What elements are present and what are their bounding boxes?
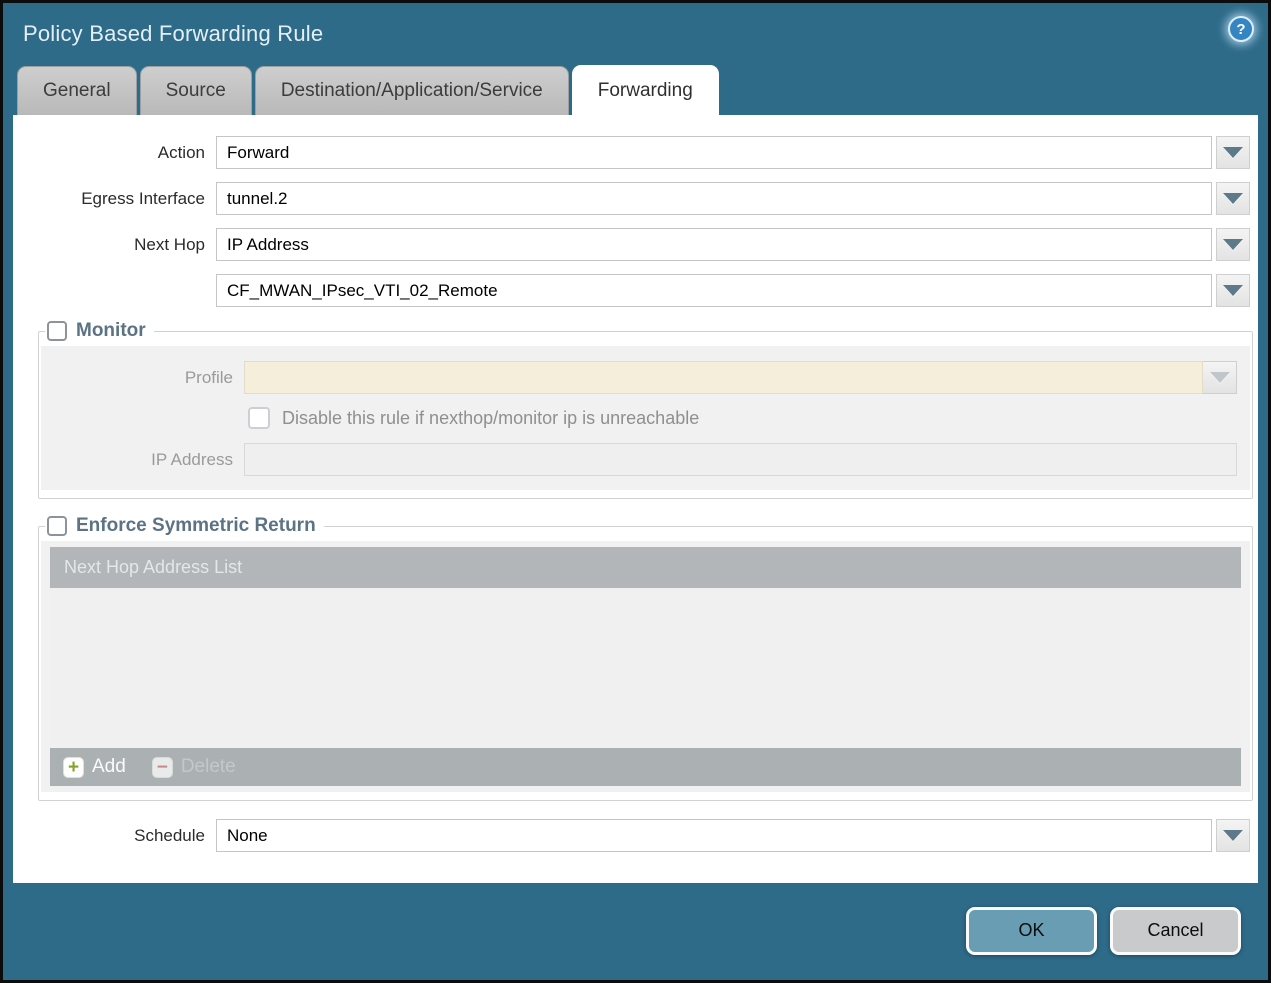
disable-rule-row: Disable this rule if nexthop/monitor ip … [248,407,1250,429]
tab-source[interactable]: Source [140,66,252,115]
profile-label: Profile [41,368,233,388]
next-hop-address-list-footer: + Add − Delete [50,748,1241,786]
next-hop-address-row [13,274,1258,307]
egress-interface-input[interactable] [216,182,1212,215]
chevron-down-icon [1210,372,1230,383]
profile-row: Profile [41,361,1250,394]
next-hop-label: Next Hop [13,235,205,255]
monitor-panel: Profile Disable this rule if nexthop/mon… [41,346,1250,490]
chevron-down-icon [1223,285,1243,296]
delete-button: − Delete [152,756,236,778]
plus-icon: + [63,757,84,778]
policy-based-forwarding-dialog: Policy Based Forwarding Rule ? General S… [0,0,1271,983]
enforce-symmetric-return-checkbox[interactable] [47,516,67,536]
next-hop-type-input[interactable] [216,228,1212,261]
egress-interface-label: Egress Interface [13,189,205,209]
disable-rule-checkbox [248,407,270,429]
egress-interface-row: Egress Interface [13,182,1258,215]
chevron-down-icon [1223,193,1243,204]
tab-destination-application-service[interactable]: Destination/Application/Service [255,66,569,115]
chevron-down-icon [1223,830,1243,841]
monitor-ip-address-row: IP Address [41,443,1250,476]
help-icon[interactable]: ? [1228,16,1254,42]
delete-button-label: Delete [181,756,236,778]
add-button-label: Add [92,756,126,778]
add-button[interactable]: + Add [63,756,126,778]
dialog-title: Policy Based Forwarding Rule [23,21,323,47]
schedule-input[interactable] [216,819,1212,852]
enforce-symmetric-return-legend-label: Enforce Symmetric Return [76,515,316,537]
action-row: Action [13,136,1258,169]
next-hop-dropdown-button[interactable] [1216,228,1250,261]
enforce-symmetric-return-panel: Next Hop Address List + Add − Delete [41,541,1250,792]
next-hop-address-list-header: Next Hop Address List [50,547,1241,588]
action-label: Action [13,143,205,163]
tab-general[interactable]: General [17,66,137,115]
next-hop-address-list-table: Next Hop Address List + Add − Delete [50,547,1241,786]
schedule-label: Schedule [13,826,205,846]
tab-forwarding[interactable]: Forwarding [572,65,719,115]
ok-button[interactable]: OK [966,907,1097,955]
profile-input [244,361,1203,394]
enforce-symmetric-return-legend: Enforce Symmetric Return [45,515,324,537]
cancel-button[interactable]: Cancel [1110,907,1241,955]
monitor-ip-address-label: IP Address [41,450,233,470]
schedule-row: Schedule [13,819,1258,852]
monitor-checkbox[interactable] [47,321,67,341]
tab-bar: General Source Destination/Application/S… [3,65,1268,115]
schedule-dropdown-button[interactable] [1216,819,1250,852]
profile-dropdown-button [1203,361,1237,394]
next-hop-address-dropdown-button[interactable] [1216,274,1250,307]
enforce-symmetric-return-fieldset: Enforce Symmetric Return Next Hop Addres… [38,515,1253,801]
chevron-down-icon [1223,239,1243,250]
next-hop-row: Next Hop [13,228,1258,261]
tab-content-forwarding: Action Egress Interface Next Hop [13,115,1258,883]
action-input[interactable] [216,136,1212,169]
monitor-legend-label: Monitor [76,320,146,342]
disable-rule-label: Disable this rule if nexthop/monitor ip … [282,408,699,429]
minus-icon: − [152,757,173,778]
chevron-down-icon [1223,147,1243,158]
next-hop-address-list-body[interactable] [50,588,1241,748]
monitor-fieldset: Monitor Profile Disable this rule if nex… [38,320,1253,499]
monitor-legend: Monitor [45,320,154,342]
dialog-footer: OK Cancel [3,883,1268,978]
dialog-titlebar: Policy Based Forwarding Rule ? [3,3,1268,65]
next-hop-address-input[interactable] [216,274,1212,307]
egress-interface-dropdown-button[interactable] [1216,182,1250,215]
action-dropdown-button[interactable] [1216,136,1250,169]
monitor-ip-address-input [244,443,1237,476]
